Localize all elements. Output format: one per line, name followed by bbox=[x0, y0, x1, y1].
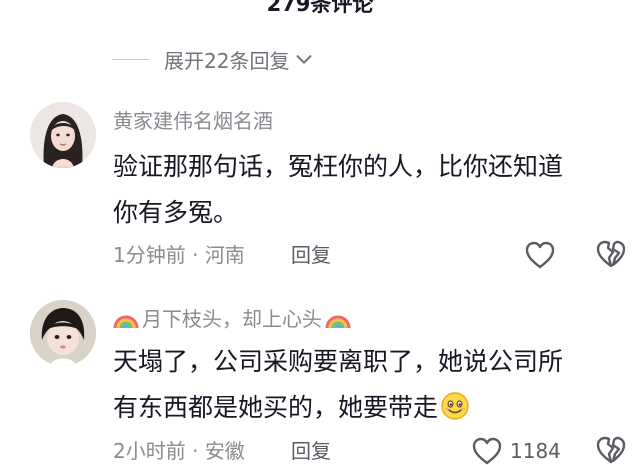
comment-location: 河南 bbox=[204, 243, 245, 267]
reply-button[interactable]: 回复 bbox=[291, 436, 331, 465]
comment-location: 安徽 bbox=[204, 439, 245, 463]
meta-separator: · bbox=[185, 439, 205, 463]
user-name-text: 月下枝头，却上心头 bbox=[142, 307, 322, 331]
smiling-face-emoji-icon bbox=[441, 392, 469, 420]
comment-time: 1分钟前 bbox=[113, 243, 186, 267]
comment-line: 有东西都是她买的，她要带走 bbox=[113, 385, 613, 431]
comments-count-title: 279条评论 bbox=[266, 0, 374, 16]
like-button[interactable]: 1184 bbox=[470, 433, 561, 465]
user-avatar[interactable] bbox=[30, 102, 96, 168]
broken-heart-icon[interactable] bbox=[594, 433, 628, 465]
meta-separator: · bbox=[185, 243, 205, 267]
comment-text: 天塌了，公司采购要离职了，她说公司所 有东西都是她买的，她要带走 bbox=[113, 339, 613, 431]
heart-outline-icon bbox=[472, 437, 502, 465]
like-button[interactable] bbox=[523, 237, 557, 273]
user-name[interactable]: 月下枝头，却上心头 bbox=[113, 304, 351, 334]
comment-line-text: 有东西都是她买的，她要带走 bbox=[113, 393, 439, 422]
comment-meta: 1分钟前 · 河南 回复 bbox=[113, 240, 331, 270]
divider-line bbox=[112, 58, 150, 60]
woman-portrait-avatar-icon bbox=[30, 102, 96, 168]
broken-heart-icon[interactable] bbox=[594, 237, 628, 271]
comment-line: 验证那那句话，冤枉你的人，比你还知道 bbox=[113, 152, 564, 181]
child-portrait-avatar-icon bbox=[30, 300, 96, 366]
comment-meta: 2小时前 · 安徽 回复 bbox=[113, 436, 331, 465]
heart-outline-icon bbox=[525, 241, 555, 269]
user-name[interactable]: 黄家建伟名烟名酒 bbox=[113, 106, 273, 136]
chevron-down-icon bbox=[297, 55, 312, 64]
rainbow-emoji-icon bbox=[325, 315, 351, 329]
like-count: 1184 bbox=[510, 439, 561, 463]
reply-button[interactable]: 回复 bbox=[291, 240, 331, 270]
user-avatar[interactable] bbox=[30, 300, 96, 366]
comment-text: 验证那那句话，冤枉你的人，比你还知道 你有多冤。 bbox=[113, 144, 613, 236]
expand-replies-label: 展开22条回复 bbox=[164, 48, 290, 73]
rainbow-emoji-icon bbox=[113, 315, 139, 329]
comment-line: 你有多冤。 bbox=[113, 198, 239, 227]
expand-replies-button[interactable]: 展开22条回复 bbox=[112, 44, 315, 74]
comment-line: 天塌了，公司采购要离职了，她说公司所 bbox=[113, 347, 564, 376]
comment-time: 2小时前 bbox=[113, 439, 186, 463]
